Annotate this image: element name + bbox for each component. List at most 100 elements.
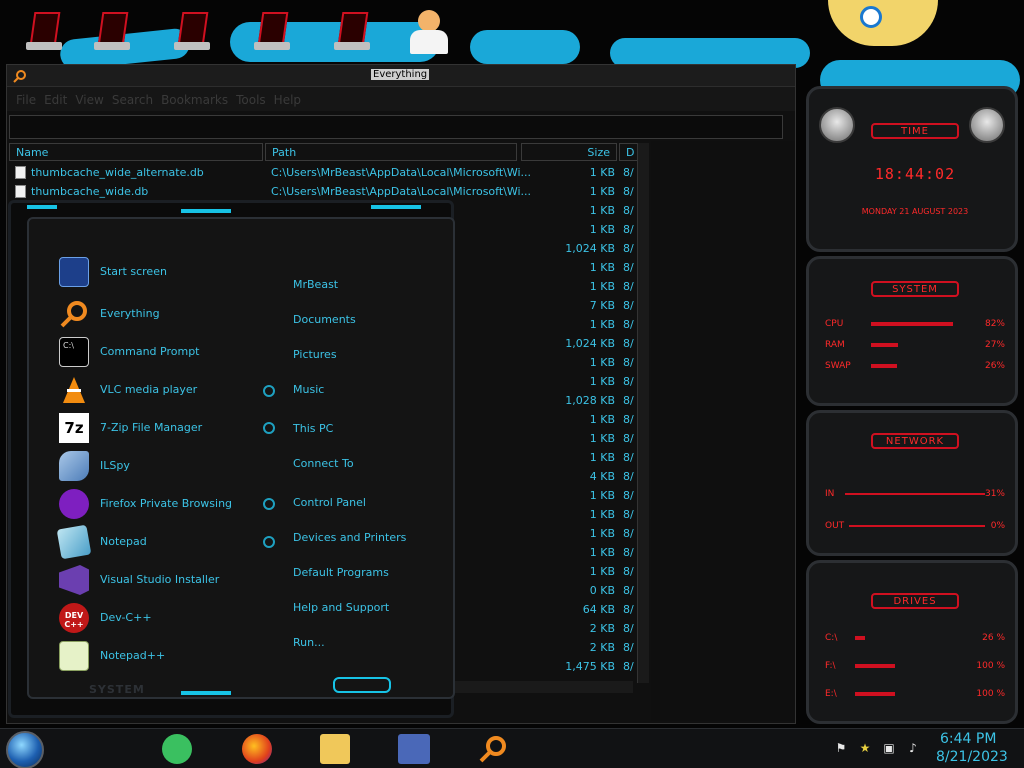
file-date: 8/ (623, 337, 634, 350)
vertical-scrollbar[interactable] (637, 143, 649, 683)
menu-tools[interactable]: Tools (235, 87, 273, 111)
nav-arrows-button[interactable] (333, 677, 391, 693)
start-link-user[interactable]: MrBeast (293, 278, 338, 291)
menu-view[interactable]: View (74, 87, 110, 111)
submenu-arrow-icon[interactable] (263, 385, 275, 397)
file-date: 8/ (623, 432, 634, 445)
time-widget-title: TIME (871, 123, 959, 139)
star-icon[interactable]: ★ (858, 741, 872, 755)
alien-head-icon (969, 107, 1005, 143)
table-row[interactable]: thumbcache_wide_alternate.db C:\Users\MrB… (9, 163, 639, 182)
sevenzip-icon: 7z (59, 413, 89, 443)
taskbar-date[interactable]: 8/21/2023 (936, 749, 1008, 765)
start-item-command-prompt[interactable]: C:\ Command Prompt (59, 335, 259, 369)
file-size: 1 KB (589, 432, 615, 445)
taskbar: ⚑ ★ ▣ ♪ 6:44 PM 8/21/2023 (0, 728, 1024, 768)
start-item-firefox-private[interactable]: Firefox Private Browsing (59, 487, 259, 521)
desktop-icon[interactable] (22, 6, 72, 56)
start-item-devcpp[interactable]: DEV C++ Dev-C++ (59, 601, 259, 635)
start-item-visual-studio-installer[interactable]: Visual Studio Installer (59, 563, 259, 597)
column-date[interactable]: D (619, 143, 639, 161)
start-item-notepad[interactable]: Notepad (56, 524, 259, 560)
search-icon[interactable] (478, 734, 508, 764)
file-date: 8/ (623, 470, 634, 483)
file-date: 8/ (623, 641, 634, 654)
file-name: thumbcache_wide.db (31, 185, 149, 198)
menu-edit[interactable]: Edit (43, 87, 74, 111)
network-icon[interactable]: ▣ (882, 741, 896, 755)
title-bar[interactable]: Everything (7, 65, 795, 87)
file-path: C:\Users\MrBeast\AppData\Local\Microsoft… (271, 166, 532, 179)
taskbar-time[interactable]: 6:44 PM (940, 731, 996, 747)
window-title: Everything (371, 69, 430, 80)
start-link-devices-printers[interactable]: Devices and Printers (293, 531, 406, 544)
column-size[interactable]: Size (521, 143, 617, 161)
file-icon (15, 166, 26, 179)
file-date: 8/ (623, 565, 634, 578)
desktop-icon[interactable] (330, 6, 380, 56)
firefox-icon[interactable] (242, 734, 272, 764)
notepad-icon (56, 524, 92, 560)
desktop-icon[interactable] (90, 6, 140, 56)
submenu-arrow-icon[interactable] (263, 536, 275, 548)
horizontal-scrollbar[interactable] (453, 681, 633, 693)
folder-icon[interactable] (320, 734, 350, 764)
system-widget-title: SYSTEM (871, 281, 959, 297)
submenu-arrow-icon[interactable] (263, 498, 275, 510)
volume-icon[interactable]: ♪ (906, 741, 920, 755)
start-button[interactable] (6, 731, 44, 768)
file-icon (15, 185, 26, 198)
window-icon[interactable] (398, 734, 430, 764)
visual-studio-icon (59, 565, 89, 595)
file-size: 1 KB (589, 375, 615, 388)
vlc-cone-icon (59, 375, 89, 405)
menu-file[interactable]: File (15, 87, 43, 111)
start-link-this-pc[interactable]: This PC (293, 422, 333, 435)
start-link-music[interactable]: Music (293, 383, 324, 396)
file-name: thumbcache_wide_alternate.db (31, 166, 204, 179)
start-item-ilspy[interactable]: ILSpy (59, 449, 259, 483)
decor-bar (371, 205, 421, 209)
start-link-pictures[interactable]: Pictures (293, 348, 337, 361)
file-date: 8/ (623, 508, 634, 521)
flag-icon[interactable]: ⚑ (834, 741, 848, 755)
menu-help[interactable]: Help (273, 87, 308, 111)
rainmeter-widgets: TIME 18:44:02 MONDAY 21 AUGUST 2023 SYST… (800, 86, 1024, 726)
desktop-icon[interactable] (250, 6, 300, 56)
file-size: 64 KB (582, 603, 615, 616)
start-item-everything[interactable]: Everything (59, 297, 259, 331)
file-date: 8/ (623, 223, 634, 236)
system-label: SYSTEM (89, 683, 145, 696)
file-size: 1 KB (589, 356, 615, 369)
start-link-help-support[interactable]: Help and Support (293, 601, 389, 614)
file-date: 8/ (623, 242, 634, 255)
file-size: 2 KB (589, 622, 615, 635)
file-date: 8/ (623, 451, 634, 464)
user-icon[interactable] (404, 6, 454, 56)
menu-search[interactable]: Search (111, 87, 160, 111)
column-name[interactable]: Name (9, 143, 263, 161)
file-date: 8/ (623, 603, 634, 616)
app-icon[interactable] (162, 734, 192, 764)
start-link-control-panel[interactable]: Control Panel (293, 496, 366, 509)
menu-bookmarks[interactable]: Bookmarks (160, 87, 235, 111)
file-size: 1 KB (589, 489, 615, 502)
start-link-connect-to[interactable]: Connect To (293, 457, 354, 470)
drives-widget: DRIVES C:\ 26 % F:\ 100 % E:\ 100 % (806, 560, 1018, 724)
desktop-icon[interactable] (170, 6, 220, 56)
table-row[interactable]: thumbcache_wide.db C:\Users\MrBeast\AppDa… (9, 182, 639, 201)
search-input[interactable] (9, 115, 783, 139)
decor-bar (181, 691, 231, 695)
start-item-7zip[interactable]: 7z 7-Zip File Manager (59, 411, 259, 445)
file-size: 1 KB (589, 546, 615, 559)
start-link-default-programs[interactable]: Default Programs (293, 566, 389, 579)
start-item-notepadpp[interactable]: Notepad++ (59, 639, 259, 673)
start-item-vlc[interactable]: VLC media player (59, 373, 259, 407)
submenu-arrow-icon[interactable] (263, 422, 275, 434)
start-item-start-screen[interactable]: Start screen (59, 255, 259, 289)
file-size: 1 KB (589, 185, 615, 198)
column-path[interactable]: Path (265, 143, 517, 161)
ilspy-icon (59, 451, 89, 481)
start-link-documents[interactable]: Documents (293, 313, 356, 326)
start-link-run[interactable]: Run... (293, 636, 325, 649)
